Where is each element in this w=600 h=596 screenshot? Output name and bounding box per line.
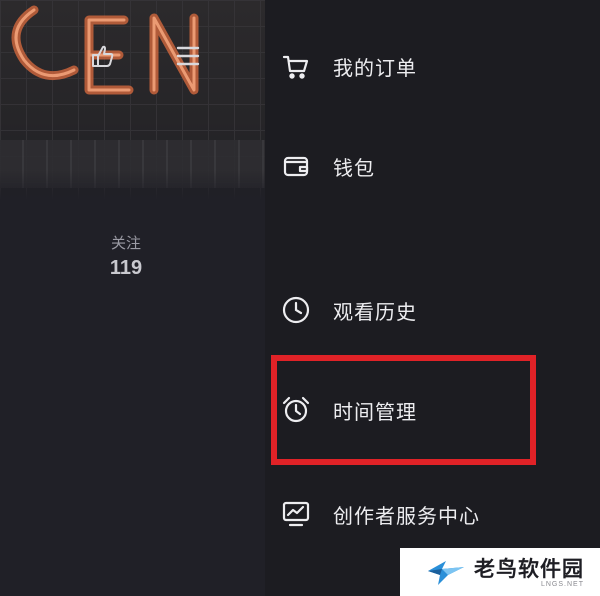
follow-label: 关注: [110, 234, 141, 252]
profile-banner: [0, 0, 265, 200]
watermark-text: 老鸟软件园 LNGS.NET: [474, 557, 584, 588]
follow-stat[interactable]: 关注 119: [94, 232, 158, 280]
menu-item-watch-history[interactable]: 观看历史: [265, 280, 600, 340]
wallet-icon: [280, 150, 312, 182]
profile-toolbar: [86, 40, 204, 72]
menu-item-label: 我的订单: [333, 55, 417, 80]
cart-icon: [280, 50, 312, 82]
menu-item-wallet[interactable]: 钱包: [265, 136, 600, 196]
watermark: 老鸟软件园 LNGS.NET: [400, 548, 600, 596]
menu-item-label: 创作者服务中心: [333, 503, 480, 528]
watermark-title: 老鸟软件园: [474, 556, 584, 581]
menu-item-orders[interactable]: 我的订单: [265, 36, 600, 96]
banner-fade: [0, 170, 265, 200]
follow-count: 119: [109, 257, 143, 279]
menu-item-label: 观看历史: [333, 299, 417, 324]
monitor-chart-icon: [280, 498, 312, 530]
profile-panel: 关注 119: [0, 0, 265, 596]
hamburger-menu-icon[interactable]: [172, 40, 204, 72]
menu-item-creator-center[interactable]: 创作者服务中心: [265, 484, 600, 544]
side-drawer-menu: 我的订单 钱包 观看历史 时间管理 创作者服务中心: [265, 0, 600, 596]
clock-icon: [280, 294, 312, 326]
menu-item-label: 钱包: [333, 155, 375, 180]
share-hand-icon[interactable]: [86, 40, 118, 72]
bird-logo-icon: [428, 561, 464, 585]
highlight-annotation-box: [271, 355, 536, 465]
watermark-subtitle: LNGS.NET: [540, 580, 584, 588]
